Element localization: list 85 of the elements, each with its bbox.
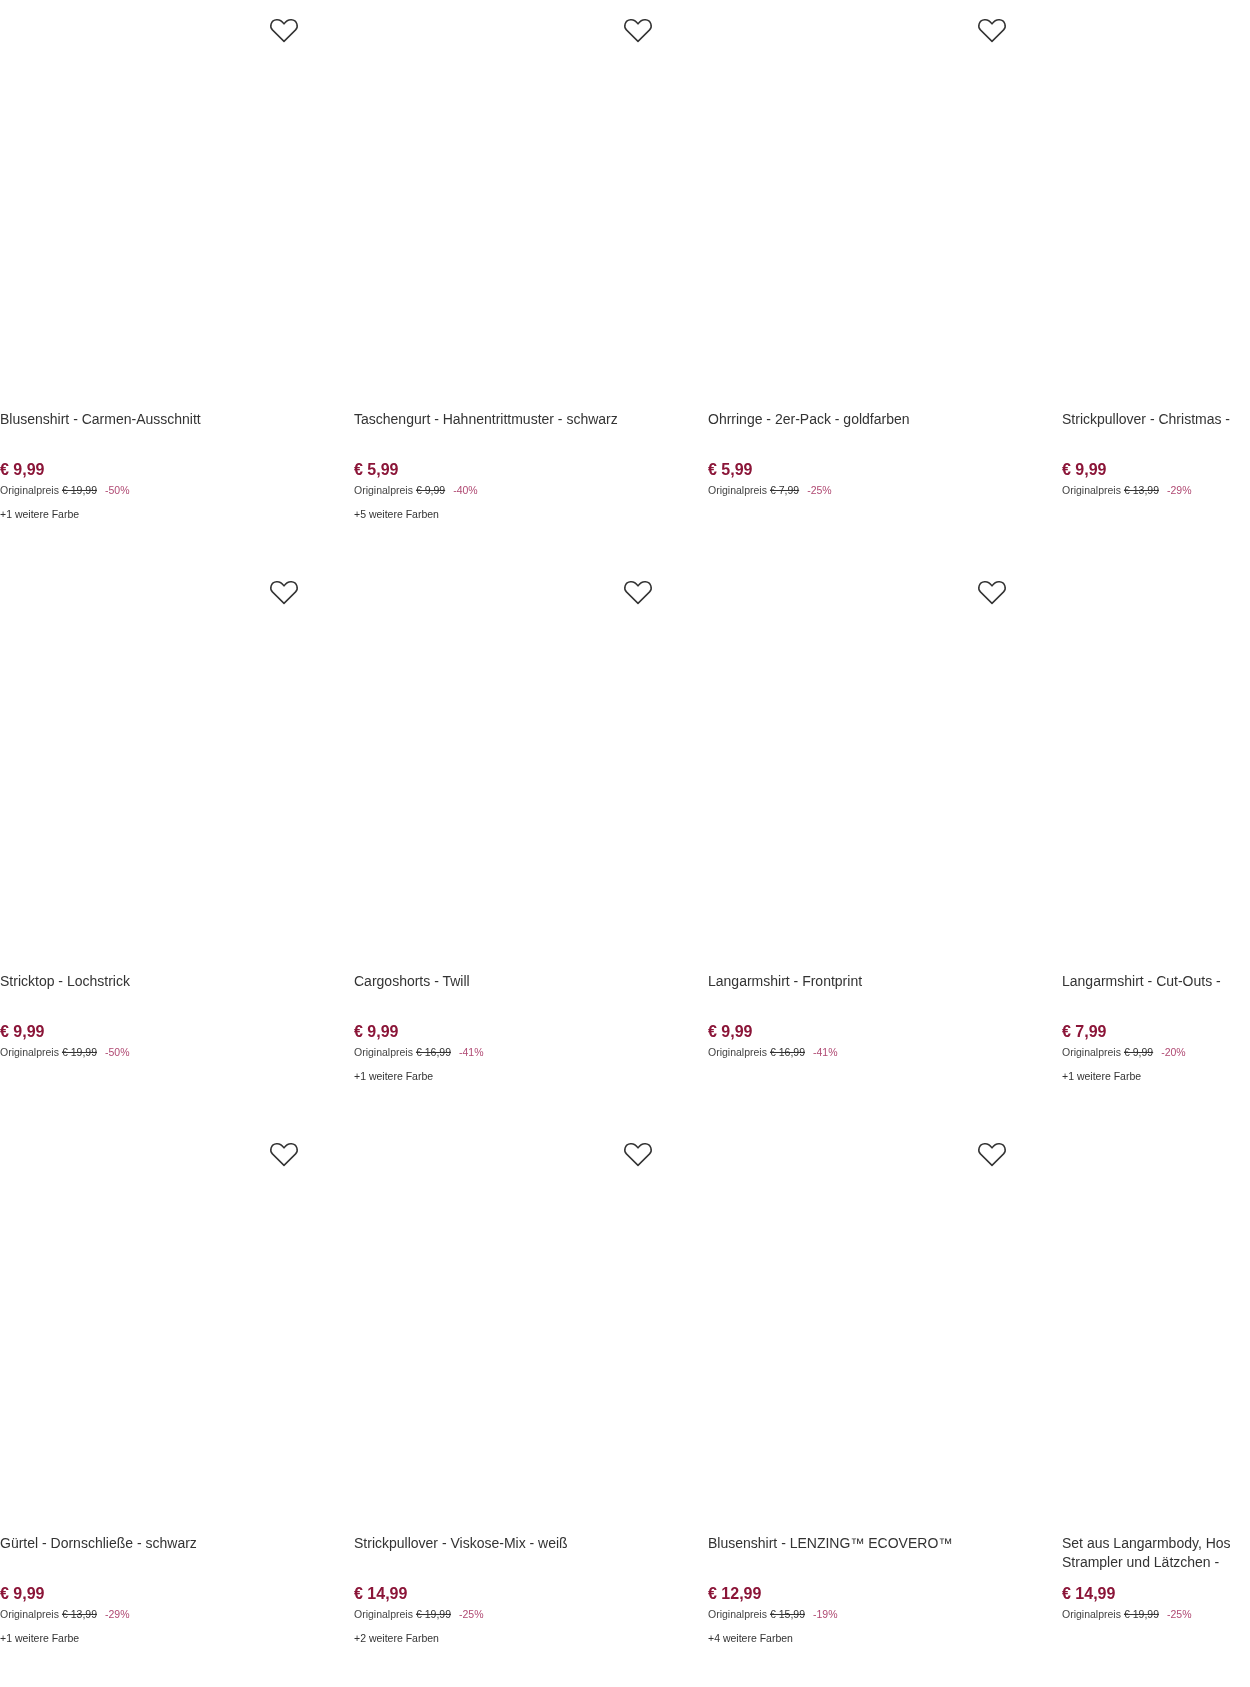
original-price-label: Originalpreis [1062,483,1121,497]
discount-label: -19% [813,1607,838,1621]
wishlist-button[interactable] [977,580,1007,605]
discount-label: -50% [105,483,130,497]
product-title[interactable]: Gürtel - Dornschließe - schwarz [0,1534,197,1553]
sale-price: € 9,99 [354,1022,399,1042]
heart-icon [623,1142,653,1167]
heart-icon [269,1142,299,1167]
sale-price: € 9,99 [1062,460,1107,480]
sale-price: € 5,99 [708,460,753,480]
more-colors-link[interactable]: +1 weitere Farbe [1062,1069,1142,1083]
discount-label: -29% [1167,483,1192,497]
product-title[interactable]: Strickpullover - Christmas - [1062,410,1231,429]
original-price-label: Originalpreis [708,1045,767,1059]
original-price-label: Originalpreis [354,1045,413,1059]
discount-label: -25% [1167,1607,1192,1621]
wishlist-button[interactable] [623,18,653,43]
sale-price: € 12,99 [708,1584,762,1604]
original-price: € 13,99 [1123,483,1159,497]
heart-icon [269,580,299,605]
original-price: € 19,99 [61,1045,97,1059]
wishlist-button[interactable] [269,18,299,43]
discount-label: -50% [105,1045,130,1059]
original-price: € 15,99 [769,1607,805,1621]
original-price: € 13,99 [61,1607,97,1621]
heart-icon [623,580,653,605]
product-title[interactable]: Blusenshirt - Carmen-Ausschnitt [0,410,201,429]
sale-price: € 9,99 [0,460,45,480]
wishlist-button[interactable] [623,580,653,605]
heart-icon [269,18,299,43]
discount-label: -40% [453,483,478,497]
sale-price: € 9,99 [0,1584,45,1604]
original-price: € 19,99 [415,1607,451,1621]
product-title[interactable]: Stricktop - Lochstrick [0,972,130,991]
discount-label: -29% [105,1607,130,1621]
more-colors-link[interactable]: +1 weitere Farbe [0,507,80,521]
more-colors-link[interactable]: +1 weitere Farbe [354,1069,434,1083]
discount-label: -41% [813,1045,838,1059]
discount-label: -25% [459,1607,484,1621]
discount-label: -41% [459,1045,484,1059]
sale-price: € 9,99 [0,1022,45,1042]
sale-price: € 5,99 [354,460,399,480]
sale-price: € 7,99 [1062,1022,1107,1042]
more-colors-link[interactable]: +1 weitere Farbe [0,1631,80,1645]
wishlist-button[interactable] [269,1142,299,1167]
heart-icon [977,580,1007,605]
sale-price: € 14,99 [1062,1584,1116,1604]
wishlist-button[interactable] [977,1142,1007,1167]
wishlist-button[interactable] [623,1142,653,1167]
original-price: € 7,99 [769,483,800,497]
original-price-label: Originalpreis [354,483,413,497]
product-title[interactable]: Set aus Langarmbody, Hos Strampler und Lätzchen - [1062,1534,1231,1572]
original-price: € 9,99 [1123,1045,1154,1059]
original-price-label: Originalpreis [0,1045,59,1059]
original-price: € 19,99 [61,483,97,497]
wishlist-button[interactable] [269,580,299,605]
product-title[interactable]: Langarmshirt - Cut-Outs - [1062,972,1221,991]
original-price: € 16,99 [415,1045,451,1059]
original-price: € 9,99 [415,483,446,497]
original-price-label: Originalpreis [354,1607,413,1621]
product-title[interactable]: Cargoshorts - Twill [354,972,470,991]
discount-label: -25% [807,483,832,497]
original-price: € 19,99 [1123,1607,1159,1621]
original-price-label: Originalpreis [0,483,59,497]
heart-icon [977,1142,1007,1167]
product-title[interactable]: Taschengurt - Hahnentrittmuster - schwarz [354,410,618,429]
original-price-label: Originalpreis [1062,1045,1121,1059]
sale-price: € 9,99 [708,1022,753,1042]
product-title[interactable]: Blusenshirt - LENZING™ ECOVERO™ [708,1534,953,1553]
original-price: € 16,99 [769,1045,805,1059]
product-title[interactable]: Strickpullover - Viskose-Mix - weiß [354,1534,568,1553]
sale-price: € 14,99 [354,1584,408,1604]
more-colors-link[interactable]: +4 weitere Farben [708,1631,793,1645]
wishlist-button[interactable] [977,18,1007,43]
product-title[interactable]: Langarmshirt - Frontprint [708,972,863,991]
more-colors-link[interactable]: +2 weitere Farben [354,1631,439,1645]
original-price-label: Originalpreis [708,1607,767,1621]
original-price-label: Originalpreis [708,483,767,497]
heart-icon [977,18,1007,43]
more-colors-link[interactable]: +5 weitere Farben [354,507,439,521]
heart-icon [623,18,653,43]
product-title[interactable]: Ohrringe - 2er-Pack - goldfarben [708,410,910,429]
original-price-label: Originalpreis [0,1607,59,1621]
discount-label: -20% [1161,1045,1186,1059]
original-price-label: Originalpreis [1062,1607,1121,1621]
